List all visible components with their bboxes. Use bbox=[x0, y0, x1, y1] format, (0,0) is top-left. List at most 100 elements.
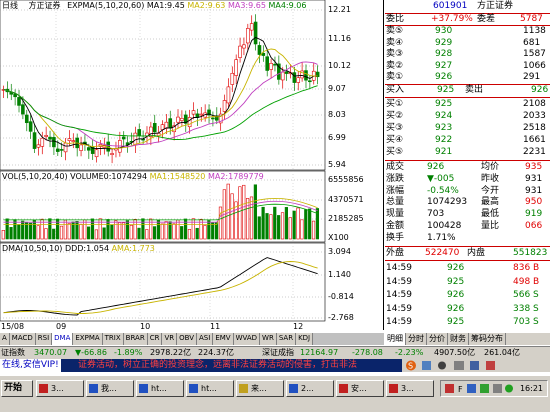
taskbar-window-button[interactable]: 安... bbox=[336, 380, 384, 397]
bid-level-label: 买④ bbox=[386, 135, 404, 145]
volume-bar bbox=[87, 226, 91, 240]
volume-bar bbox=[75, 221, 79, 240]
date-axis: 15/08 09 10 11 12 bbox=[0, 322, 330, 332]
taskbar-window-button[interactable]: ht... bbox=[136, 380, 184, 397]
indicator-tab-active[interactable]: DMA bbox=[52, 333, 74, 345]
indicator-tab[interactable]: A bbox=[0, 333, 10, 345]
indicator-tab[interactable]: TRIX bbox=[102, 333, 124, 345]
volume-bar bbox=[180, 226, 184, 240]
volume-bar bbox=[79, 223, 83, 240]
window-app-icon bbox=[89, 384, 98, 393]
candle-body bbox=[180, 118, 184, 121]
taskbar-window-button[interactable]: 2... bbox=[286, 380, 334, 397]
dma-line bbox=[3, 261, 318, 314]
sz-index-value: 12164.97 bbox=[300, 348, 339, 357]
dma-chart-header: DMA(10,50,10) DDD:1.054 AMA:1.773 bbox=[2, 244, 155, 254]
volume-axis-label: X100 bbox=[328, 233, 349, 242]
indicator-tab[interactable]: EMV bbox=[213, 333, 234, 345]
index-status-bar: 证指数 3470.07 ▼-66.86 -1.89% 2978.22亿 224.… bbox=[0, 346, 550, 359]
kline-chart-area[interactable]: 日线 方正证券 EXPMA(5,10,20,60) MA1:9.45 MA2:9… bbox=[0, 0, 384, 332]
start-button[interactable]: 开始 bbox=[1, 380, 33, 397]
panel-tab-chips[interactable]: 筹码分布 bbox=[469, 333, 506, 345]
tick-volume: 566 S bbox=[513, 290, 539, 300]
news-ticker[interactable]: 在线,安信VIP! 证券活动，树立正确的投资理念，远离非法证券活动的侵害，打击非… bbox=[0, 359, 550, 372]
sz-amount-2: 4907.50亿 bbox=[434, 348, 476, 357]
kline-chart-svg[interactable] bbox=[0, 0, 384, 322]
candle-body bbox=[304, 70, 308, 81]
volume-bar bbox=[261, 206, 265, 240]
ma4-label: MA4:9.06 bbox=[268, 1, 307, 10]
indicator-tab[interactable]: WR bbox=[260, 333, 277, 345]
buy-in-value: 925 bbox=[437, 85, 455, 95]
stock-code: 601901 bbox=[433, 1, 468, 11]
ask-volume: 1138 bbox=[523, 26, 546, 36]
bid-volume: 2518 bbox=[523, 123, 546, 133]
volume-value-label: VOLUME0:1074294 bbox=[70, 172, 148, 181]
volume-indicator-label: VOL(5,10,20,40) bbox=[2, 172, 68, 181]
volume-bar bbox=[17, 224, 21, 240]
indicator-tab[interactable]: WVAD bbox=[233, 333, 261, 345]
volume-bar bbox=[280, 212, 285, 240]
indicator-tab[interactable]: SAR bbox=[276, 333, 297, 345]
stat-label-2: 最高 bbox=[481, 197, 500, 208]
price-pane-frame bbox=[0, 0, 326, 171]
indicator-tab[interactable]: RSI bbox=[35, 333, 53, 345]
panel-tab-price[interactable]: 分价 bbox=[427, 333, 448, 345]
ask-price: 928 bbox=[435, 49, 453, 59]
volume-bar bbox=[129, 224, 133, 240]
tray-app-icon bbox=[445, 384, 454, 393]
bid-price: 921 bbox=[435, 147, 453, 157]
indicator-tab[interactable]: KDJ bbox=[296, 333, 314, 345]
indicator-tab[interactable]: CR bbox=[147, 333, 163, 345]
ask-volume: 1066 bbox=[523, 60, 546, 71]
volume-bar bbox=[125, 220, 129, 240]
volume-bar bbox=[230, 193, 234, 240]
start-label: 开始 bbox=[4, 383, 23, 393]
indicator-tab[interactable]: BRAR bbox=[123, 333, 148, 345]
sz-index-change: -278.08 bbox=[352, 348, 383, 357]
candle-body bbox=[273, 63, 277, 66]
tray-icons: F bbox=[445, 384, 513, 394]
price-axis-label: 12.21 bbox=[328, 5, 351, 14]
volume-bar bbox=[21, 220, 25, 240]
taskbar-window-button[interactable]: ht... bbox=[186, 380, 234, 397]
outer-value: 522470 bbox=[425, 248, 460, 258]
stat-label-2: 均价 bbox=[481, 162, 500, 172]
volume-bar bbox=[114, 220, 118, 240]
taskbar-window-button[interactable]: 3... bbox=[386, 380, 434, 397]
indicator-tab[interactable]: OBV bbox=[177, 333, 198, 345]
volume-bar bbox=[292, 210, 296, 240]
panel-tab-intraday[interactable]: 分时 bbox=[406, 333, 427, 345]
divider bbox=[385, 160, 550, 161]
volume-bar bbox=[269, 214, 273, 240]
sh-index-pct: -1.89% bbox=[114, 348, 143, 357]
window-app-icon bbox=[389, 384, 398, 393]
ask-row: 卖② 927 1066 bbox=[385, 61, 550, 72]
volume-bar bbox=[218, 206, 223, 240]
indicator-tab[interactable]: VR bbox=[162, 333, 178, 345]
taskbar-window-button[interactable]: 来... bbox=[236, 380, 284, 397]
candle-body bbox=[21, 104, 25, 115]
dma-axis-label: -0.814 bbox=[328, 292, 354, 301]
tick-volume: 338 S bbox=[513, 303, 539, 314]
volume-bar bbox=[48, 218, 52, 240]
volume-bar bbox=[304, 209, 308, 240]
candle-body bbox=[36, 144, 41, 148]
stat-label: 总量 bbox=[386, 197, 405, 208]
bid-level-label: 买③ bbox=[386, 123, 404, 133]
volume-bar bbox=[226, 183, 230, 240]
bid-volume: 2033 bbox=[523, 111, 546, 121]
indicator-tab[interactable]: ASI bbox=[197, 333, 214, 345]
indicator-tab[interactable]: EXPMA bbox=[73, 333, 103, 345]
stat-value: 926 bbox=[427, 162, 445, 172]
volume-bar bbox=[277, 215, 281, 240]
volume-bar bbox=[9, 227, 13, 240]
panel-tab-finance[interactable]: 财务 bbox=[448, 333, 469, 345]
taskbar-window-button[interactable]: 3... bbox=[36, 380, 84, 397]
ask-row: 卖③ 928 1587 bbox=[385, 49, 550, 60]
dma-ddd-label: DDD:1.054 bbox=[64, 244, 110, 253]
indicator-tab[interactable]: MACD bbox=[9, 333, 36, 345]
panel-tab-detail[interactable]: 明细 bbox=[385, 333, 406, 345]
ime-toolbar[interactable]: S bbox=[402, 359, 550, 372]
taskbar-window-button[interactable]: 我... bbox=[86, 380, 134, 397]
